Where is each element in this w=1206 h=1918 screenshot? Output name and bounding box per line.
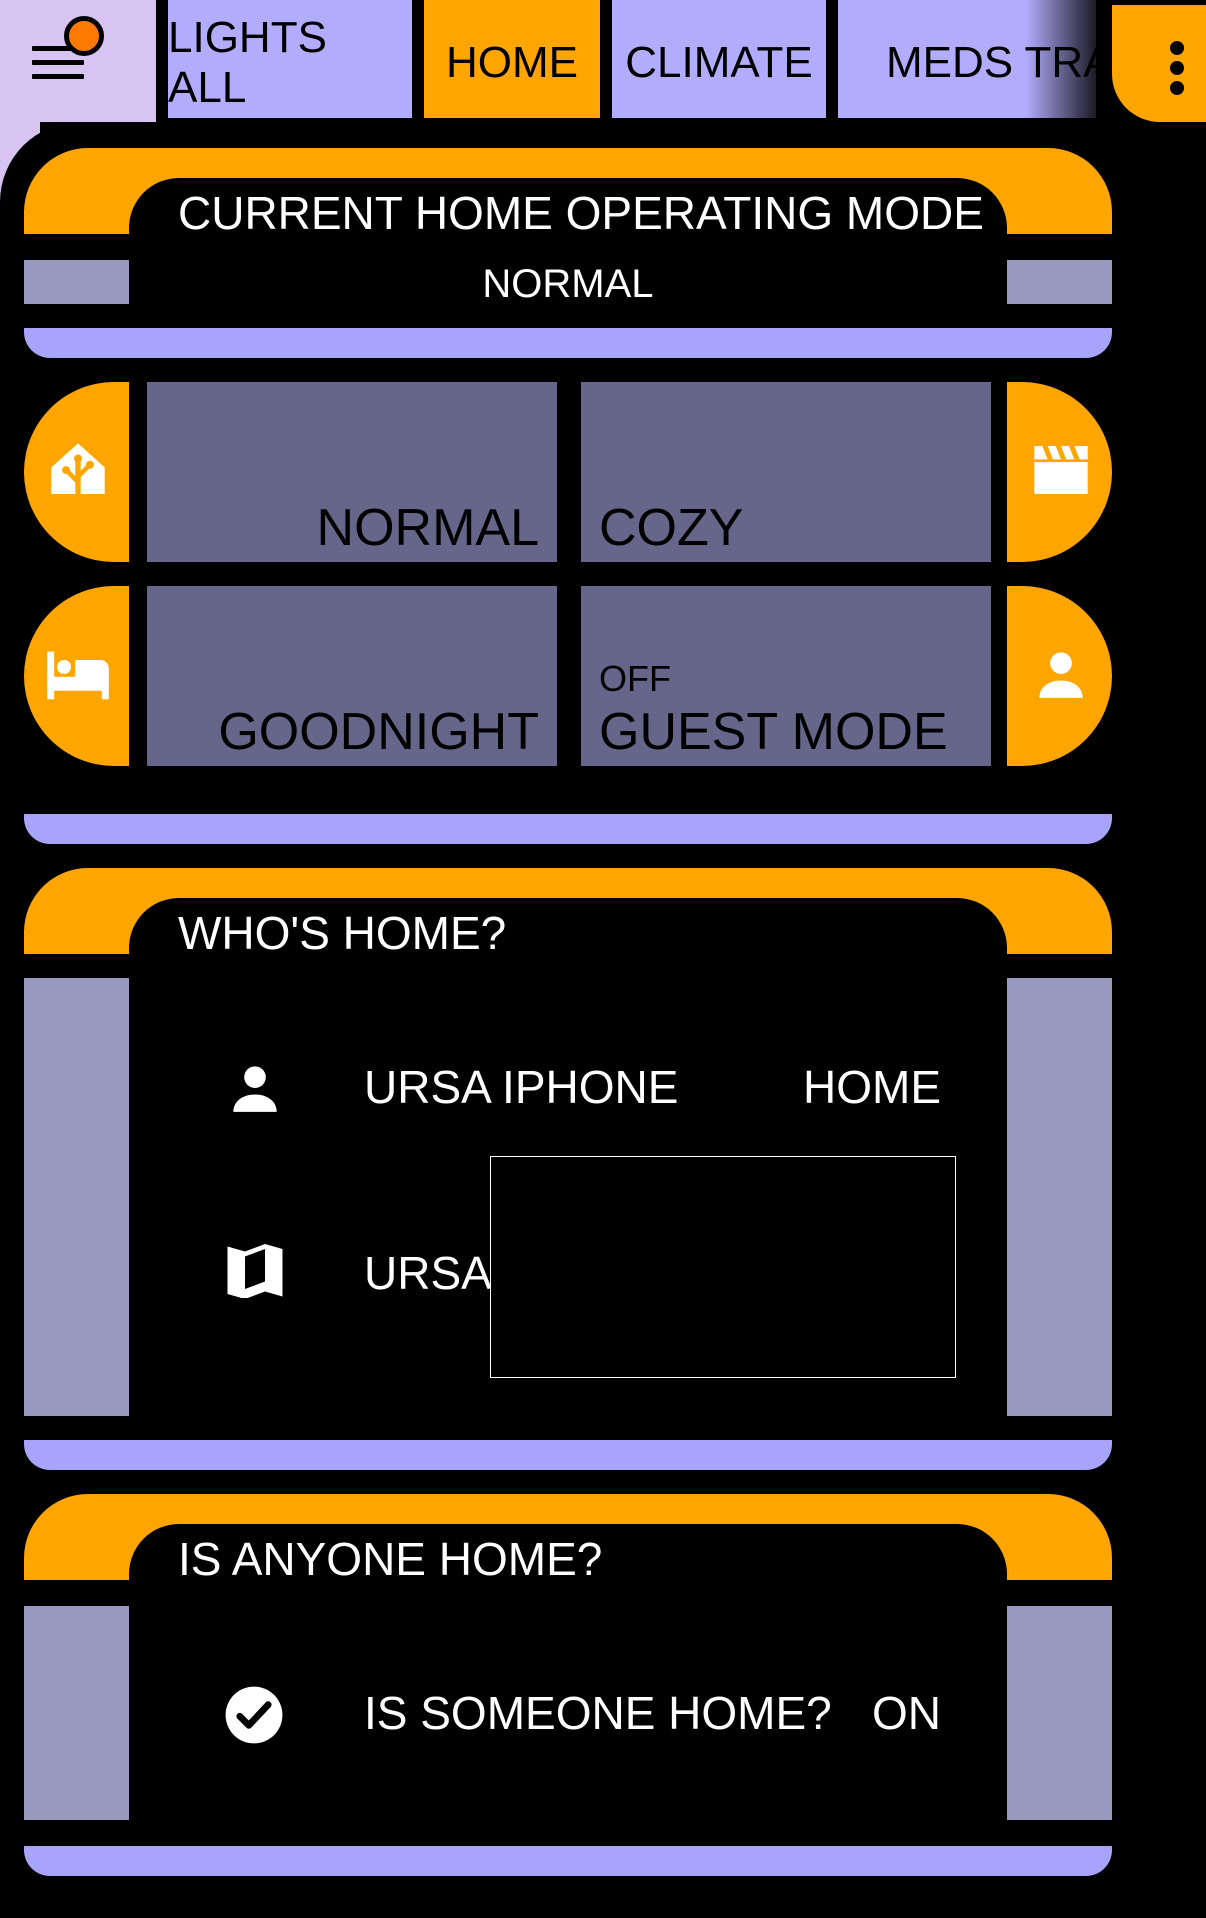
entity-name: IS SOMEONE HOME? <box>364 1687 832 1739</box>
card-bottom-bar <box>24 1846 1112 1876</box>
entity-state: HOME <box>803 1061 941 1113</box>
tab-bar: LIGHTS ALL HOME CLIMATE MEDS TRACKIN <box>156 0 1100 122</box>
home-assistant-icon <box>51 443 105 494</box>
mode-label: GUEST MODE <box>599 703 948 761</box>
tab-climate[interactable]: CLIMATE <box>612 0 826 118</box>
card-title: IS ANYONE HOME? <box>178 1533 603 1585</box>
card-bottom-bar <box>24 328 1112 358</box>
mode-label: NORMAL <box>316 499 539 557</box>
tab-lights-all[interactable]: LIGHTS ALL <box>168 0 412 118</box>
person-icon <box>1039 652 1083 698</box>
person-icon <box>233 1066 277 1112</box>
operating-mode-value: NORMAL <box>482 262 654 306</box>
mode-tile-cozy[interactable]: COZY <box>581 382 991 562</box>
mode-label: GOODNIGHT <box>218 703 539 761</box>
mode-tile-goodnight[interactable]: GOODNIGHT <box>147 586 557 766</box>
entity-row-someone-home[interactable]: IS SOMEONE HOME? ON <box>129 1666 1007 1766</box>
scene-button[interactable] <box>1007 382 1112 562</box>
dots-vertical-icon[interactable] <box>1112 5 1206 122</box>
home-assistant-button[interactable] <box>24 382 129 562</box>
section-bottom-bar <box>24 814 1112 844</box>
tab-label: HOME <box>446 38 578 87</box>
tab-home[interactable]: HOME <box>424 0 600 118</box>
tab-label: MEDS TRACKIN <box>886 38 1100 87</box>
card-bottom-bar <box>24 1440 1112 1470</box>
entity-row-ursa-iphone[interactable]: URSA IPHONE HOME <box>129 1040 1007 1140</box>
mode-label: COZY <box>599 499 744 557</box>
bed-button[interactable] <box>24 586 129 766</box>
map-icon <box>227 1244 283 1298</box>
card-side-right <box>1007 978 1112 1416</box>
entity-row-ursa-map[interactable]: URSA I... <box>129 1156 1007 1380</box>
tab-label: LIGHTS ALL <box>168 13 327 112</box>
card-side-right <box>1007 1606 1112 1820</box>
bed-icon <box>47 651 109 700</box>
map-view[interactable] <box>490 1156 956 1378</box>
entity-name: URSA IPHONE <box>364 1061 679 1113</box>
card-side-left <box>24 260 129 304</box>
person-button[interactable] <box>1007 586 1112 766</box>
entity-state: ON <box>872 1687 941 1739</box>
menu-icon[interactable] <box>26 16 126 86</box>
card-title: CURRENT HOME OPERATING MODE <box>178 187 984 239</box>
tab-meds-tracking[interactable]: MEDS TRACKIN <box>838 0 1100 118</box>
mode-sub-state: OFF <box>599 658 671 699</box>
check-circle-icon <box>225 1686 283 1744</box>
card-title: WHO'S HOME? <box>178 907 507 959</box>
card-side-left <box>24 978 129 1416</box>
mode-tile-normal[interactable]: NORMAL <box>147 382 557 562</box>
card-side-left <box>24 1606 129 1820</box>
tab-label: CLIMATE <box>625 38 813 87</box>
mode-tile-guest-mode[interactable]: OFF GUEST MODE <box>581 586 991 766</box>
card-side-right <box>1007 260 1112 304</box>
movie-clapper-icon <box>1034 446 1088 494</box>
